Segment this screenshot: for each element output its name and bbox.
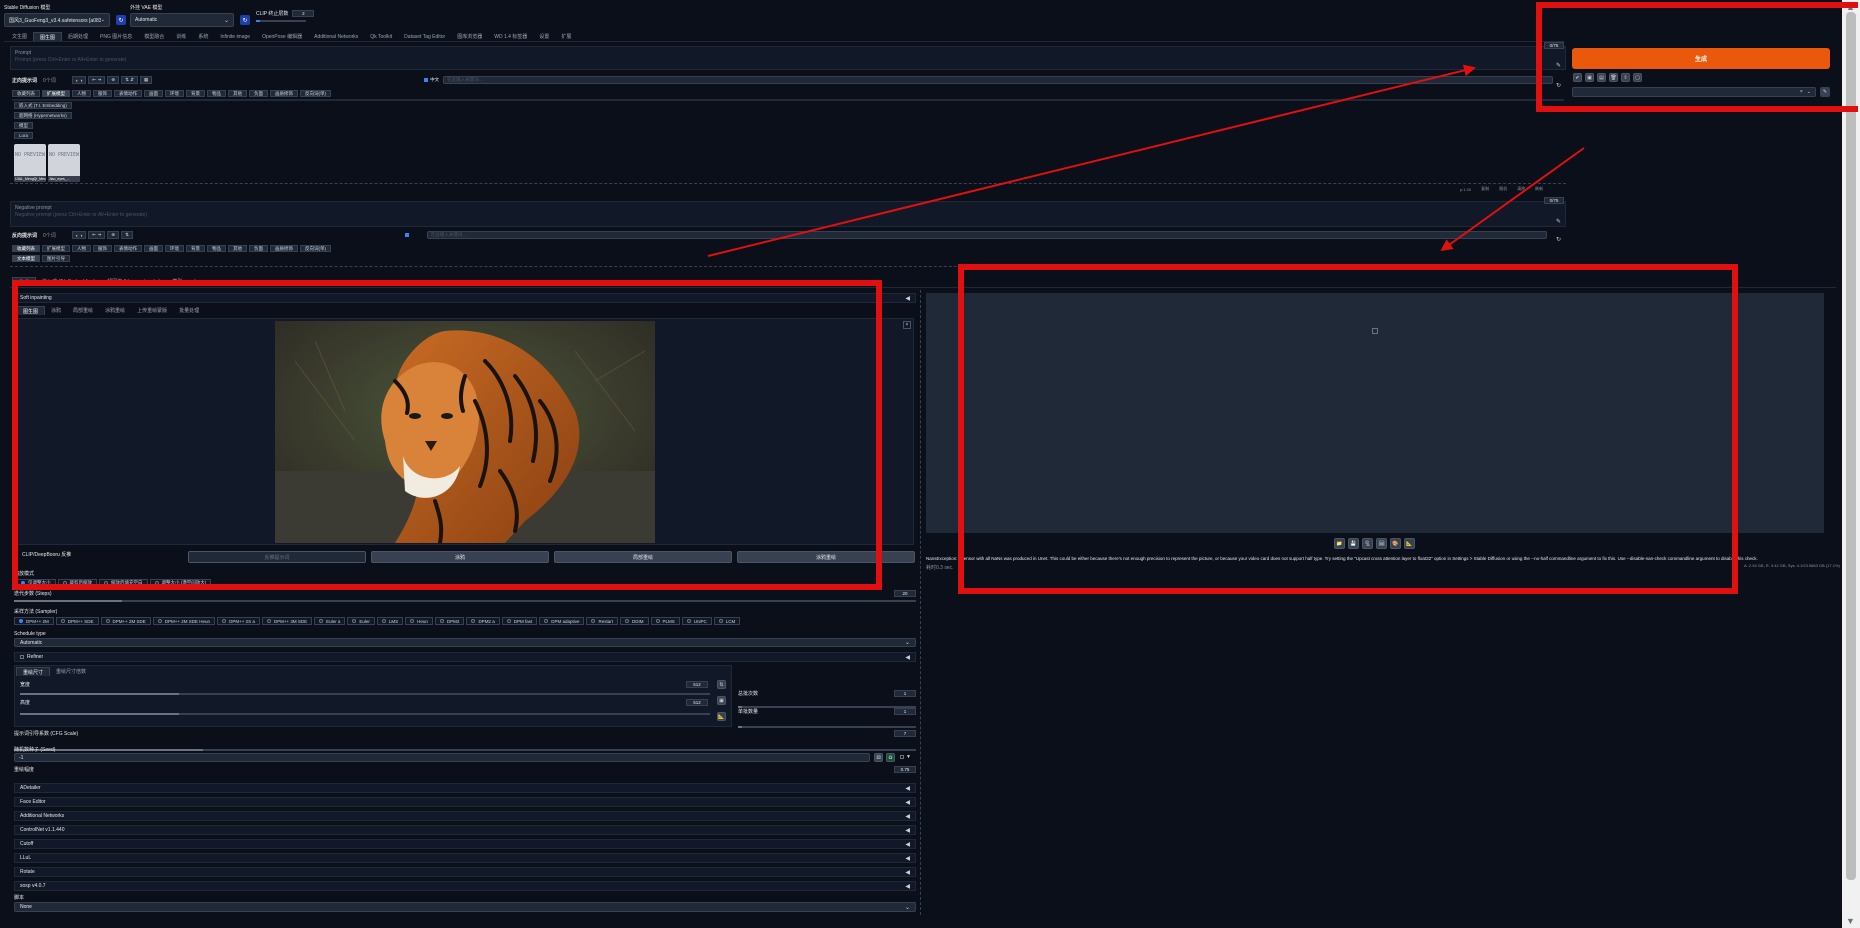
arrow-to-generate [707, 64, 1476, 257]
webui-app: Stable Diffusion 模型 国风3_GuoFeng3_v3.4.sa… [0, 0, 1860, 928]
annotation-arrows [707, 64, 1585, 257]
arrow-to-output [1440, 147, 1585, 252]
